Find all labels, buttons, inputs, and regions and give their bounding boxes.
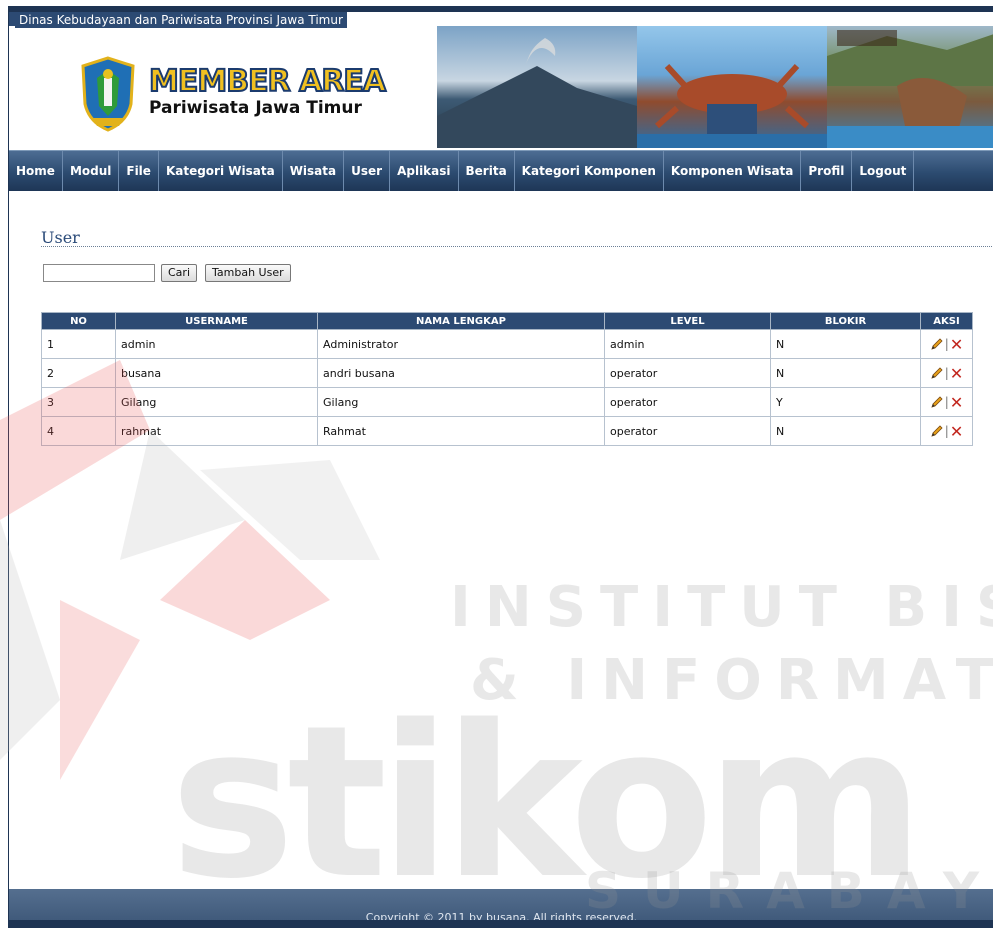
cell-level: operator bbox=[604, 387, 771, 417]
nav-logout[interactable]: Logout bbox=[852, 151, 915, 191]
delete-icon[interactable]: ✕ bbox=[950, 364, 963, 383]
cell-no: 4 bbox=[41, 416, 116, 446]
table-row: 3 Gilang Gilang operator Y |✕ bbox=[41, 387, 973, 417]
cell-blokir: N bbox=[770, 329, 921, 359]
action-separator: | bbox=[944, 424, 949, 438]
nav-profil[interactable]: Profil bbox=[801, 151, 853, 191]
main-navigation: Home Modul File Kategori Wisata Wisata U… bbox=[9, 150, 993, 191]
cell-blokir: N bbox=[770, 416, 921, 446]
action-separator: | bbox=[944, 366, 949, 380]
cell-nama: Administrator bbox=[317, 329, 605, 359]
cell-nama: Rahmat bbox=[317, 416, 605, 446]
cell-no: 3 bbox=[41, 387, 116, 417]
crab-monument-photo bbox=[637, 26, 827, 148]
cell-blokir: Y bbox=[770, 387, 921, 417]
cell-nama: Gilang bbox=[317, 387, 605, 417]
cell-username: rahmat bbox=[115, 416, 318, 446]
column-header: BLOKIR bbox=[770, 312, 921, 330]
cell-no: 2 bbox=[41, 358, 116, 388]
cell-level: operator bbox=[604, 416, 771, 446]
cell-username: busana bbox=[115, 358, 318, 388]
cell-actions: |✕ bbox=[920, 416, 973, 446]
nav-berita[interactable]: Berita bbox=[459, 151, 515, 191]
nav-file[interactable]: File bbox=[119, 151, 159, 191]
title-divider bbox=[41, 246, 993, 247]
cell-username: Gilang bbox=[115, 387, 318, 417]
nav-komponen-wisata[interactable]: Komponen Wisata bbox=[664, 151, 802, 191]
page-title: User bbox=[41, 228, 80, 247]
table-row: 4 rahmat Rahmat operator N |✕ bbox=[41, 416, 973, 446]
theme-park-photo bbox=[827, 26, 993, 148]
edit-pencil-icon[interactable] bbox=[930, 366, 944, 380]
cell-no: 1 bbox=[41, 329, 116, 359]
region-name: Dinas Kebudayaan dan Pariwisata Provinsi… bbox=[15, 12, 347, 28]
edit-pencil-icon[interactable] bbox=[930, 337, 944, 351]
tourism-banner-image bbox=[437, 26, 993, 148]
table-row: 1 admin Administrator admin N |✕ bbox=[41, 329, 973, 359]
cell-actions: |✕ bbox=[920, 329, 973, 359]
member-area-title: MEMBER AREA bbox=[148, 63, 387, 100]
delete-icon[interactable]: ✕ bbox=[950, 335, 963, 354]
cell-level: admin bbox=[604, 329, 771, 359]
table-header-row: NO USERNAME NAMA LENGKAP LEVEL BLOKIR AK… bbox=[41, 312, 973, 330]
add-user-button[interactable]: Tambah User bbox=[205, 264, 291, 282]
nav-wisata[interactable]: Wisata bbox=[283, 151, 345, 191]
app-frame: Dinas Kebudayaan dan Pariwisata Provinsi… bbox=[8, 6, 993, 928]
footer-bottom-bar bbox=[9, 920, 993, 928]
action-separator: | bbox=[944, 337, 949, 351]
cell-blokir: N bbox=[770, 358, 921, 388]
footer: Copyright © 2011 by busana. All rights r… bbox=[9, 889, 993, 928]
nav-modul[interactable]: Modul bbox=[63, 151, 120, 191]
member-area-subtitle: Pariwisata Jawa Timur bbox=[149, 98, 362, 118]
column-header: AKSI bbox=[920, 312, 973, 330]
cell-nama: andri busana bbox=[317, 358, 605, 388]
nav-kategori-wisata[interactable]: Kategori Wisata bbox=[159, 151, 283, 191]
header: Dinas Kebudayaan dan Pariwisata Provinsi… bbox=[9, 12, 993, 150]
column-header: USERNAME bbox=[115, 312, 318, 330]
search-input[interactable] bbox=[43, 264, 155, 282]
nav-kategori-komponen[interactable]: Kategori Komponen bbox=[515, 151, 664, 191]
column-header: NO bbox=[41, 312, 116, 330]
cell-actions: |✕ bbox=[920, 387, 973, 417]
column-header: LEVEL bbox=[604, 312, 771, 330]
users-table: NO USERNAME NAMA LENGKAP LEVEL BLOKIR AK… bbox=[41, 312, 973, 446]
delete-icon[interactable]: ✕ bbox=[950, 422, 963, 441]
cell-level: operator bbox=[604, 358, 771, 388]
nav-user[interactable]: User bbox=[344, 151, 391, 191]
delete-icon[interactable]: ✕ bbox=[950, 393, 963, 412]
edit-pencil-icon[interactable] bbox=[930, 424, 944, 438]
volcano-photo bbox=[437, 26, 637, 148]
table-row: 2 busana andri busana operator N |✕ bbox=[41, 358, 973, 388]
nav-aplikasi[interactable]: Aplikasi bbox=[390, 151, 459, 191]
action-separator: | bbox=[944, 395, 949, 409]
column-header: NAMA LENGKAP bbox=[317, 312, 605, 330]
nav-home[interactable]: Home bbox=[9, 151, 63, 191]
cell-username: admin bbox=[115, 329, 318, 359]
cell-actions: |✕ bbox=[920, 358, 973, 388]
search-button[interactable]: Cari bbox=[161, 264, 197, 282]
province-emblem-icon bbox=[79, 56, 137, 132]
edit-pencil-icon[interactable] bbox=[930, 395, 944, 409]
